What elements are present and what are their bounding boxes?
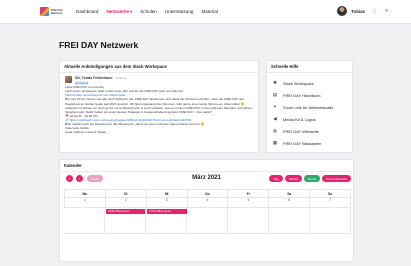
quick-item-slack[interactable]: ✱ Slack Workspace (267, 77, 352, 89)
day-cell[interactable]: 2 (105, 198, 147, 208)
calendar-event[interactable]: 13:00 Office Hours (147, 209, 187, 214)
calendar-title: Kalender (60, 160, 353, 172)
box-icon: ▦ (272, 140, 278, 145)
slack-message: Sik, Tobias Fehlenhauer 11:58 Uhr @Chann… (60, 73, 258, 134)
message-time: 11:58 Uhr (115, 77, 127, 80)
calendar-card: Kalender ‹ › Heute März 2021 Tag Woche M… (59, 159, 354, 262)
author-block: Sik, Tobias Fehlenhauer 11:58 Uhr @Chann… (75, 76, 127, 86)
quick-item-label: Media Kit & Logos (283, 116, 316, 122)
weekday-label: Fr (228, 190, 270, 198)
top-navigation: FREI DAY Netzwerk Dashboard Netzwerke▾ S… (0, 0, 411, 24)
day-cell[interactable]: 5 (228, 198, 270, 208)
weekday-label: Sa (269, 190, 311, 198)
announcements-title: Aktuelle Ankündigungen aus dem Slack Wor… (60, 61, 258, 73)
nav-netzwerke-label: Netzwerke (106, 9, 130, 14)
nav-schulen[interactable]: Schulen (140, 9, 157, 14)
weekday-header: Mo Di Mi Do Fr Sa So (64, 189, 352, 198)
day-cell[interactable]: 6 (269, 198, 311, 208)
weekday-label: Di (105, 190, 147, 198)
message-line: Außerdem möchten wir euch gerne mit an B… (65, 105, 253, 114)
view-month-button[interactable]: Monat (304, 175, 320, 182)
author-name: Sik, Tobias Fehlenhauer (75, 76, 113, 80)
chevron-down-icon: ▾ (130, 9, 133, 14)
nav-netzwerke[interactable]: Netzwerke▾ (106, 9, 132, 14)
app: FREI DAY Netzwerk Dashboard Netzwerke▾ S… (0, 0, 411, 266)
avatar (337, 6, 348, 16)
logo-text: FREI DAY Netzwerk (51, 8, 63, 15)
quick-item-label: FREI DAY Baukasten (283, 140, 322, 146)
quick-item-handbuch[interactable]: ▤ FREI DAY Handbuch (267, 89, 352, 101)
quick-item-label: Slack Workspace (283, 80, 314, 86)
book-icon: ▤ (272, 92, 278, 97)
weekday-label: Do (187, 190, 229, 198)
quick-item-label: FREI DAY Handbuch (283, 92, 321, 98)
logo-mark (40, 7, 49, 16)
weekday-label: So (310, 190, 352, 198)
message-header: Sik, Tobias Fehlenhauer 11:58 Uhr @Chann… (65, 76, 253, 86)
day-cell[interactable]: 1 (64, 198, 106, 208)
view-week-button[interactable]: Woche (285, 175, 302, 182)
quick-help-list: ✱ Slack Workspace ▤ FREI DAY Handbuch ⚭ Zoo… (267, 73, 352, 149)
day-cell[interactable]: 3 (146, 198, 188, 208)
link-icon: ⚭ (273, 104, 277, 109)
nav-material[interactable]: Material (201, 9, 217, 14)
day-cell[interactable] (187, 208, 228, 234)
day-cell[interactable] (228, 208, 269, 234)
message-line: Anna, Andrea, Laura & Tobias (65, 130, 107, 135)
week-row: 1 2 3 4 5 6 7 (64, 198, 352, 208)
day-cell[interactable]: 4 (187, 198, 229, 208)
user-menu[interactable]: Tobias (337, 6, 365, 16)
megaphone-icon: ◀ (273, 116, 277, 121)
search-icon[interactable]: ⌕ (385, 8, 388, 15)
quick-help-card: Schnelle Hilfe ✱ Slack Workspace ▤ FREI DA… (266, 60, 353, 153)
quick-item-baukasten[interactable]: ▦ FREI DAY Baukasten (267, 137, 352, 149)
weekday-label: Mi (146, 190, 188, 198)
quick-item-zoom[interactable]: ⚭ Zoom Link für Netzwerkcalls (267, 101, 352, 113)
day-cell[interactable] (64, 208, 105, 234)
user-name: Tobias (351, 8, 365, 14)
bell-icon[interactable]: ♢ (372, 8, 377, 15)
day-cell[interactable] (310, 208, 351, 234)
logo[interactable]: FREI DAY Netzwerk (40, 5, 64, 19)
quick-item-label: FREI DAY Webseite (283, 128, 319, 134)
main-nav: Dashboard Netzwerke▾ Schulen Unterstützu… (76, 9, 226, 14)
author-avatar (65, 76, 72, 83)
quick-item-webseite[interactable]: ◍ FREI DAY Webseite (267, 125, 352, 137)
message-line: Bis zum 16.03. können wir alle noch flei… (65, 97, 245, 106)
weekday-label: Mo (64, 190, 106, 198)
quick-item-label: Zoom Link für Netzwerkcalls (283, 104, 334, 110)
view-agenda-button[interactable]: Terminübersicht (322, 175, 351, 182)
quick-item-media[interactable]: ◀ Media Kit & Logos (267, 113, 352, 125)
slack-icon: ✱ (273, 80, 277, 85)
nav-unterstuetzung[interactable]: Unterstützung (165, 9, 194, 14)
calendar-event[interactable]: 13:00 Office Hours (106, 209, 145, 214)
page-title: FREI DAY Netzwerk (59, 40, 139, 50)
nav-dashboard[interactable]: Dashboard (76, 9, 98, 14)
announcements-card: Aktuelle Ankündigungen aus dem Slack Wor… (59, 60, 259, 153)
view-day-button[interactable]: Tag (269, 175, 283, 182)
globe-icon: ◍ (273, 128, 277, 133)
day-cell[interactable]: 7 (310, 198, 352, 208)
quick-help-title: Schnelle Hilfe (267, 61, 352, 73)
day-cell[interactable] (269, 208, 310, 234)
